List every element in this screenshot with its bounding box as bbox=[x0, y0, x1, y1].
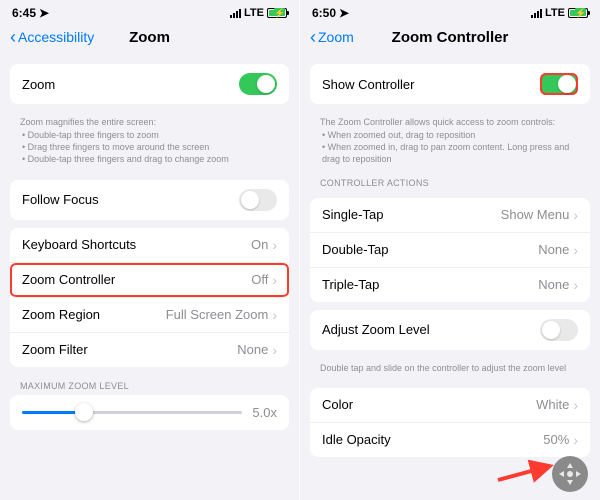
chevron-left-icon: ‹ bbox=[310, 28, 316, 46]
color-row[interactable]: Color White› bbox=[310, 388, 590, 423]
adjust-zoom-help: Double tap and slide on the controller t… bbox=[300, 358, 600, 380]
max-zoom-value: 5.0x bbox=[252, 405, 277, 420]
status-time: 6:45 bbox=[12, 6, 36, 20]
battery-icon: ⚡ bbox=[568, 8, 588, 18]
chevron-right-icon: › bbox=[573, 432, 578, 448]
status-bar: 6:50 ➤ LTE ⚡ bbox=[300, 0, 600, 22]
max-zoom-slider[interactable] bbox=[22, 411, 242, 414]
zoom-toggle[interactable] bbox=[239, 73, 277, 95]
chevron-right-icon: › bbox=[272, 237, 277, 253]
follow-focus-row[interactable]: Follow Focus bbox=[10, 180, 289, 220]
battery-icon: ⚡ bbox=[267, 8, 287, 18]
signal-icon bbox=[230, 9, 241, 18]
status-bar: 6:45 ➤ LTE ⚡ bbox=[0, 0, 299, 22]
adjust-zoom-section: Adjust Zoom Level bbox=[310, 310, 590, 350]
nav-bar: ‹ Zoom Zoom Controller bbox=[300, 22, 600, 56]
location-icon: ➤ bbox=[39, 6, 49, 20]
chevron-right-icon: › bbox=[272, 272, 277, 288]
zoom-row[interactable]: Zoom bbox=[10, 64, 289, 104]
chevron-right-icon: › bbox=[272, 307, 277, 323]
annotation-arrow-icon bbox=[496, 460, 556, 484]
controller-actions-header: CONTROLLER ACTIONS bbox=[300, 172, 600, 190]
slider-thumb[interactable] bbox=[75, 403, 93, 421]
nav-bar: ‹ Accessibility Zoom bbox=[0, 22, 299, 56]
adjust-zoom-toggle[interactable] bbox=[540, 319, 578, 341]
idle-opacity-row[interactable]: Idle Opacity 50%› bbox=[310, 423, 590, 457]
back-button[interactable]: ‹ Accessibility bbox=[10, 28, 94, 46]
max-zoom-header: MAXIMUM ZOOM LEVEL bbox=[0, 375, 299, 393]
status-time: 6:50 bbox=[312, 6, 336, 20]
adjust-zoom-row[interactable]: Adjust Zoom Level bbox=[310, 310, 590, 350]
back-button[interactable]: ‹ Zoom bbox=[310, 28, 354, 46]
max-zoom-slider-row: 5.0x bbox=[10, 395, 289, 430]
options-section: Keyboard Shortcuts On› Zoom Controller O… bbox=[10, 228, 289, 367]
chevron-right-icon: › bbox=[573, 277, 578, 293]
controller-actions-section: Single-Tap Show Menu› Double-Tap None› T… bbox=[310, 198, 590, 302]
phone-zoom-controller-settings: 6:50 ➤ LTE ⚡ ‹ Zoom Zoom Controller Show… bbox=[300, 0, 600, 500]
signal-icon bbox=[531, 9, 542, 18]
zoom-label: Zoom bbox=[22, 77, 55, 92]
double-tap-row[interactable]: Double-Tap None› bbox=[310, 233, 590, 268]
back-label: Zoom bbox=[318, 29, 354, 45]
chevron-left-icon: ‹ bbox=[10, 28, 16, 46]
show-controller-section: Show Controller bbox=[310, 64, 590, 104]
follow-focus-toggle[interactable] bbox=[239, 189, 277, 211]
chevron-right-icon: › bbox=[573, 397, 578, 413]
zoom-toggle-section: Zoom bbox=[10, 64, 289, 104]
zoom-filter-row[interactable]: Zoom Filter None› bbox=[10, 333, 289, 367]
phone-zoom-settings: 6:45 ➤ LTE ⚡ ‹ Accessibility Zoom Zoom Z… bbox=[0, 0, 300, 500]
follow-focus-section: Follow Focus bbox=[10, 180, 289, 220]
single-tap-row[interactable]: Single-Tap Show Menu› bbox=[310, 198, 590, 233]
network-label: LTE bbox=[244, 7, 264, 19]
follow-focus-label: Follow Focus bbox=[22, 192, 99, 207]
zoom-region-row[interactable]: Zoom Region Full Screen Zoom› bbox=[10, 298, 289, 333]
keyboard-shortcuts-row[interactable]: Keyboard Shortcuts On› bbox=[10, 228, 289, 263]
triple-tap-row[interactable]: Triple-Tap None› bbox=[310, 268, 590, 302]
controller-help-text: The Zoom Controller allows quick access … bbox=[300, 112, 600, 172]
dpad-icon bbox=[556, 460, 584, 488]
zoom-help-text: Zoom magnifies the entire screen: Double… bbox=[0, 112, 299, 172]
show-controller-toggle[interactable] bbox=[540, 73, 578, 95]
location-icon: ➤ bbox=[339, 6, 349, 20]
chevron-right-icon: › bbox=[573, 242, 578, 258]
zoom-controller-row[interactable]: Zoom Controller Off› bbox=[10, 263, 289, 298]
zoom-controller-widget[interactable] bbox=[552, 456, 588, 492]
show-controller-row[interactable]: Show Controller bbox=[310, 64, 590, 104]
back-label: Accessibility bbox=[18, 29, 94, 45]
appearance-section: Color White› Idle Opacity 50%› bbox=[310, 388, 590, 457]
chevron-right-icon: › bbox=[272, 342, 277, 358]
chevron-right-icon: › bbox=[573, 207, 578, 223]
network-label: LTE bbox=[545, 7, 565, 19]
